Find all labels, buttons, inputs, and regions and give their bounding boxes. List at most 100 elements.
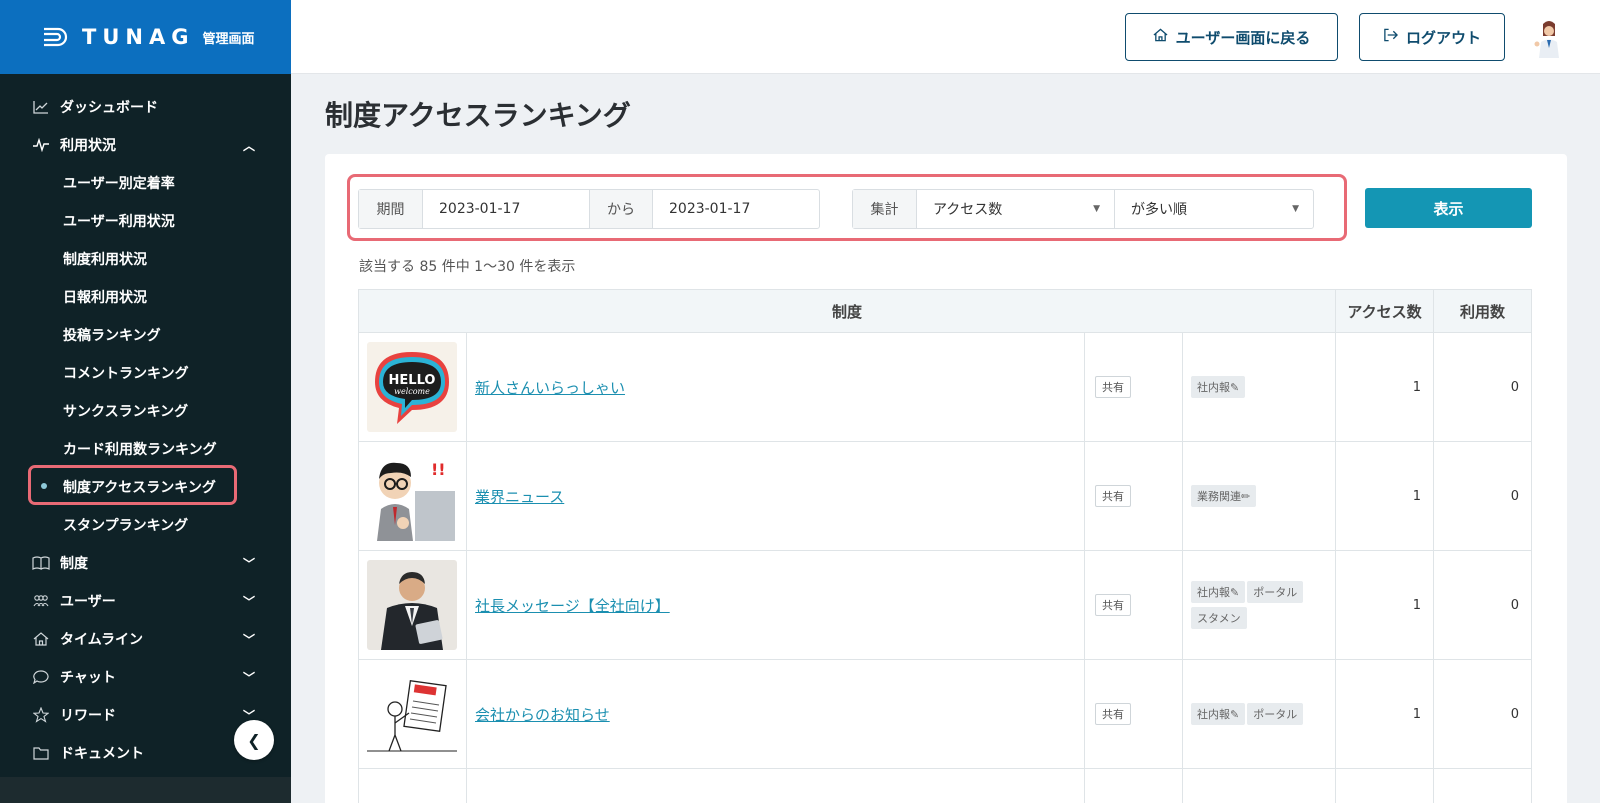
period-label: 期間 [359,190,423,228]
logo-mark-icon [42,27,72,47]
share-badge: 共有 [1095,594,1131,616]
sidebar-item-users[interactable]: ユーザー ﹀ [0,582,291,620]
home-icon [32,630,50,648]
sidebar-subitem-daily-report-usage[interactable]: 日報利用状況 [0,278,291,316]
from-date-input[interactable]: 2023-01-17 [423,190,590,228]
category-tag: 社内報✎ [1191,703,1246,725]
brand-subtitle: 管理画面 [202,31,255,47]
page-title: 制度アクセスランキング [325,99,631,132]
table-row: 会社からのお知らせ 共有 社内報✎ ポータル 1 0 [358,659,1532,769]
tags-cell: 社内報✎ [1182,332,1336,442]
sidebar-subitem-stamp-ranking[interactable]: スタンプランキング [0,506,291,544]
access-count: 1 [1335,332,1434,442]
sidebar-subitem-post-ranking[interactable]: 投稿ランキング [0,316,291,354]
tags-cell: 社内報✎ ポータル スタメン [1182,550,1336,660]
ranking-card: 期間 2023-01-17 から 2023-01-17 集計 アクセス数 ▼ が… [325,154,1567,803]
sidebar-menu: ダッシュボード 利用状況 ︿ ユーザー別定着率 ユーザー利用状況 制度 利用状況 … [0,74,291,772]
caret-down-icon: ▼ [1292,204,1299,214]
ceo-photo-image [367,560,457,650]
sidebar-item-chat[interactable]: チャット ﹀ [0,658,291,696]
table-row: HELLO welcome 新人さんいらっしゃい 共有 社内報✎ 1 0 [358,332,1532,442]
table-row [358,768,1532,803]
sidebar-item-label: リワード [60,708,116,724]
aggregate-filter: 集計 アクセス数 ▼ が多い順 ▼ [852,189,1314,229]
sidebar-item-usage[interactable]: 利用状況 ︿ [0,126,291,164]
usage-count: 0 [1433,550,1532,660]
show-button[interactable]: 表示 [1365,188,1532,228]
sidebar-item-dashboard[interactable]: ダッシュボード [0,88,291,126]
thumbnail-cell: HELLO welcome [358,332,467,442]
category-tag: 社内報✎ [1191,376,1246,398]
sidebar-subitem-user-retention[interactable]: ユーザー別定着率 [0,164,291,202]
brand-name: TUNAG [82,25,195,49]
sidebar-subitem-comment-ranking[interactable]: コメントランキング [0,354,291,392]
chevron-down-icon: ﹀ [242,670,255,685]
system-link[interactable]: 社長メッセージ【全社向け】 [475,597,670,615]
thumbnail-cell [358,659,467,769]
active-item-dot [41,483,47,489]
thumbnail-cell: !! [358,441,467,551]
table-row: 社長メッセージ【全社向け】 共有 社内報✎ ポータル スタメン 1 0 [358,550,1532,660]
system-link[interactable]: 新人さんいらっしゃい [475,379,625,397]
order-select[interactable]: が多い順 ▼ [1115,190,1313,228]
tags-cell [1182,768,1336,803]
table-row: !! 業界ニュース 共有 業務関連✏ 1 0 [358,441,1532,551]
brand-logo: TUNAG 管理画面 [42,25,254,49]
system-link[interactable]: 会社からのお知らせ [475,706,610,724]
category-tag: 社内報✎ [1191,581,1246,603]
sidebar-subitem-card-ranking[interactable]: カード利用数ランキング [0,430,291,468]
sidebar-item-label: ユーザー [60,594,116,610]
title-cell: 業界ニュース [466,441,1085,551]
column-header-access[interactable]: アクセス数 [1335,289,1434,333]
usage-count: 0 [1433,441,1532,551]
sidebar-subitem-system-usage[interactable]: 制度利用状況 [0,240,291,278]
access-count [1335,768,1434,803]
logout-label: ログアウト [1405,28,1481,47]
chevron-down-icon: ﹀ [242,632,255,647]
thumbnail-cell [358,550,467,660]
access-count: 1 [1335,441,1434,551]
access-count: 1 [1335,550,1434,660]
sidebar-item-timeline[interactable]: タイムライン ﹀ [0,620,291,658]
businessman-cartoon-image: !! [367,451,457,541]
aggregate-select[interactable]: アクセス数 ▼ [917,190,1115,228]
sidebar-footer [0,777,291,803]
chat-icon [32,668,50,686]
from-word: から [590,190,653,228]
usage-count: 0 [1433,659,1532,769]
home-icon [1153,28,1168,46]
caret-down-icon: ▼ [1093,204,1100,214]
aggregate-label: 集計 [853,190,917,228]
category-tag: 業務関連✏ [1191,485,1257,507]
share-cell: 共有 [1084,659,1183,769]
to-date-input[interactable]: 2023-01-17 [653,190,819,228]
column-header-usage[interactable]: 利用数 [1433,289,1532,333]
sidebar-item-label: ダッシュボード [60,100,158,116]
system-link[interactable]: 業界ニュース [475,488,564,506]
table-header-row: 制度 アクセス数 利用数 [358,289,1532,333]
chevron-up-icon: ︿ [242,138,255,153]
star-icon [32,706,50,724]
top-header: ユーザー画面に戻る ログアウト [291,0,1600,74]
title-cell: 新人さんいらっしゃい [466,332,1085,442]
svg-text:!!: !! [431,460,446,479]
share-badge: 共有 [1095,485,1131,507]
back-to-user-screen-button[interactable]: ユーザー画面に戻る [1125,13,1338,61]
category-tag: スタメン [1191,607,1247,629]
column-header-system[interactable]: 制度 [358,289,1336,333]
thumbnail-cell [358,768,467,803]
sidebar-item-system[interactable]: 制度 ﹀ [0,544,291,582]
logout-icon [1383,28,1398,46]
logout-button[interactable]: ログアウト [1359,13,1505,61]
sidebar-item-label: 制度 [60,556,88,572]
sidebar-subitem-user-usage[interactable]: ユーザー利用状況 [0,202,291,240]
chevron-down-icon: ﹀ [242,556,255,571]
share-cell [1084,768,1183,803]
brand-bar[interactable]: TUNAG 管理画面 [0,0,291,74]
sidebar-collapse-button[interactable]: ❮ [234,720,274,760]
tags-cell: 社内報✎ ポータル [1182,659,1336,769]
folder-icon [32,744,50,762]
avatar[interactable] [1529,18,1569,58]
aggregate-value: アクセス数 [933,202,1003,218]
sidebar-subitem-thanks-ranking[interactable]: サンクスランキング [0,392,291,430]
